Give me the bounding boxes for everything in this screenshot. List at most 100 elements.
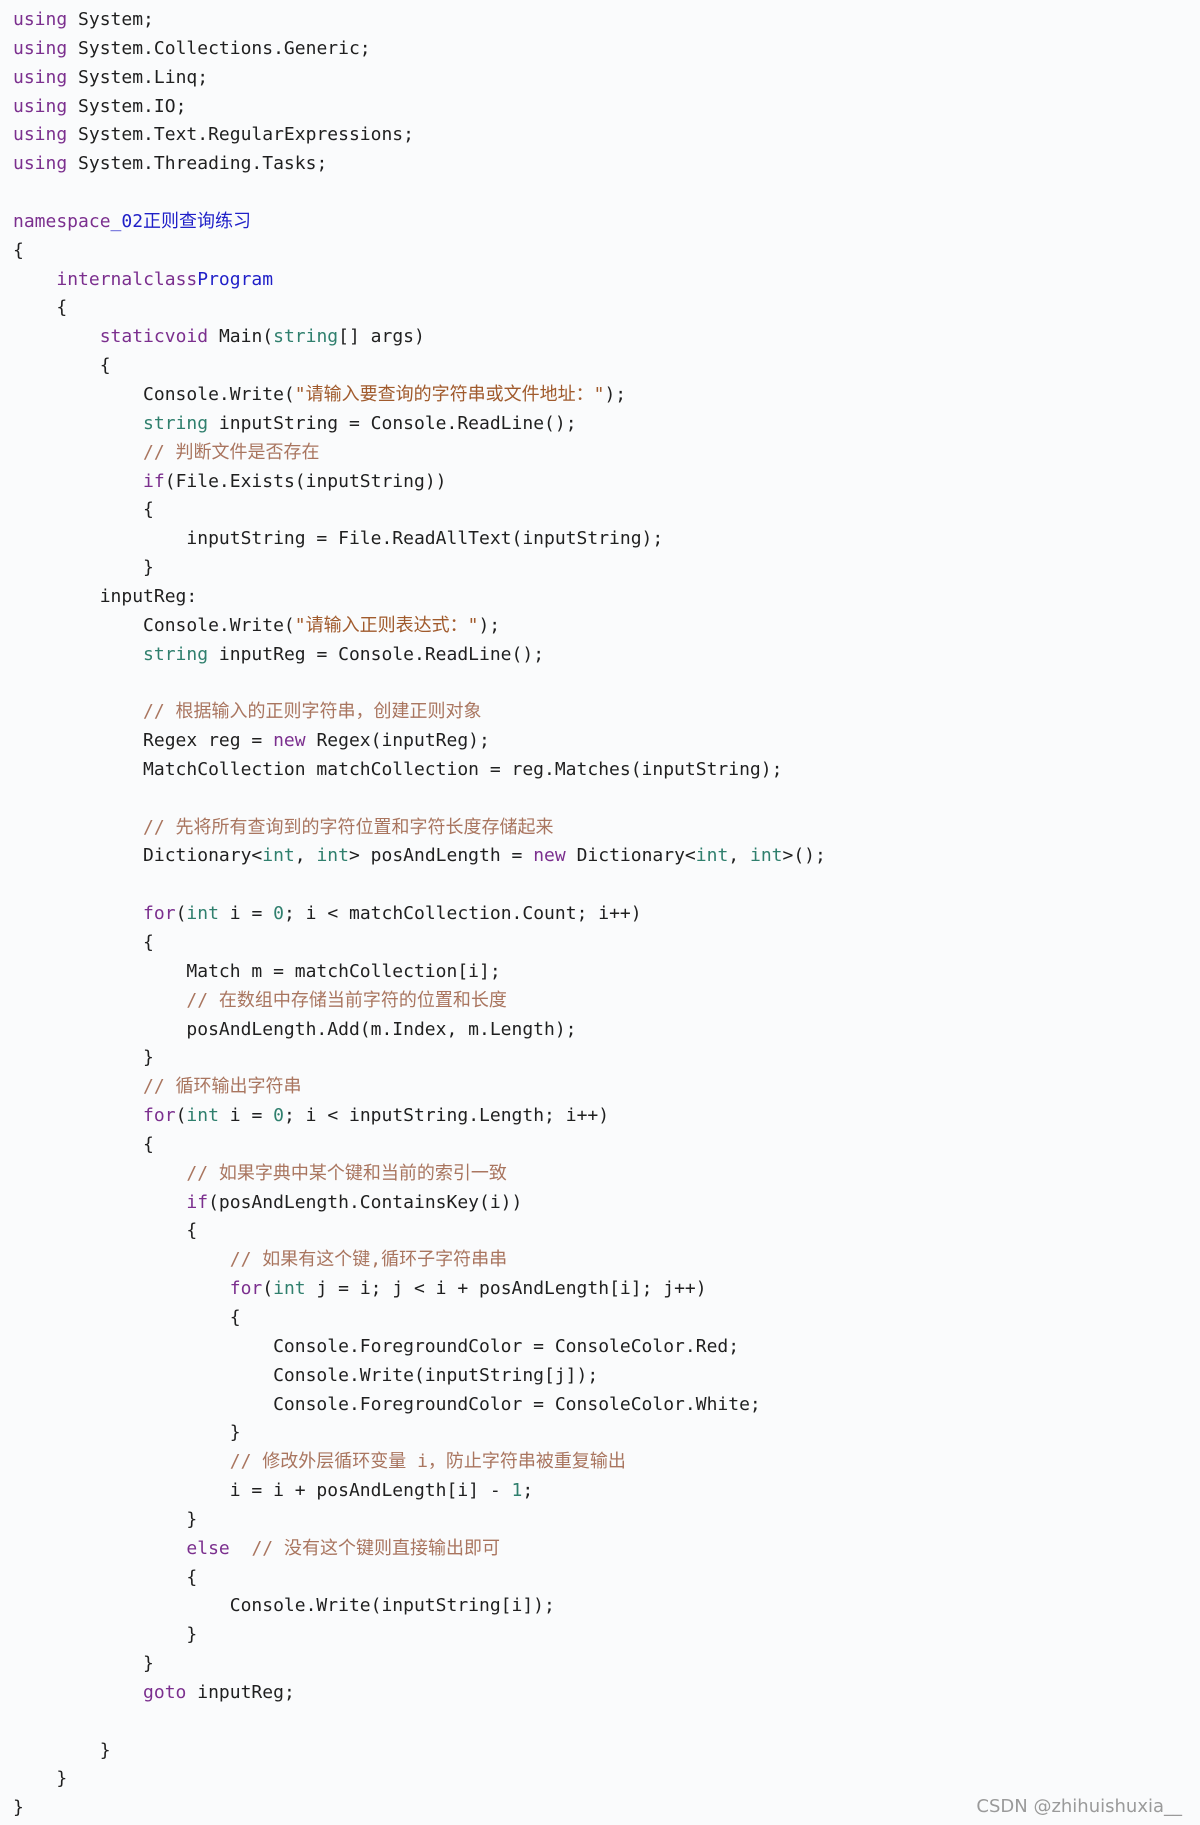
code-line: // 循环输出字符串 — [13, 1073, 1200, 1102]
code-token: } — [13, 1653, 154, 1675]
code-line: // 在数组中存储当前字符的位置和长度 — [13, 987, 1200, 1016]
code-token: { — [13, 1566, 198, 1588]
code-token: Regex(inputReg); — [316, 730, 490, 752]
code-token: System.IO; — [78, 95, 187, 117]
code-line: goto inputReg; — [13, 1679, 1200, 1708]
code-token: internal — [56, 268, 144, 290]
code-line: { — [13, 237, 1200, 266]
code-token: inputReg; — [197, 1681, 295, 1703]
code-token: ( — [175, 1105, 187, 1127]
code-line: } — [13, 1419, 1200, 1448]
code-token: (posAndLength.ContainsKey(i)) — [208, 1191, 523, 1213]
code-token: void — [164, 326, 209, 348]
code-token: int — [186, 1105, 219, 1127]
code-token: j = i; j < i + posAndLength[i]; j++) — [316, 1278, 707, 1300]
code-token: 1 — [511, 1480, 523, 1502]
code-line: } — [13, 1621, 1200, 1650]
code-token: } — [13, 1508, 198, 1530]
code-token: inputReg: — [13, 585, 198, 607]
code-token: Console.Write(inputString[i]); — [13, 1595, 555, 1617]
code-token: System.Linq; — [78, 66, 209, 88]
code-token: [] args) — [338, 326, 425, 348]
code-line: MatchCollection matchCollection = reg.Ma… — [13, 756, 1200, 785]
code-token: int — [273, 1278, 306, 1300]
code-token: System.Threading.Tasks; — [78, 153, 328, 175]
code-token: Program — [197, 268, 274, 290]
code-line: namespace_02正则查询练习 — [13, 208, 1200, 237]
code-line: { — [13, 929, 1200, 958]
code-line: // 如果字典中某个键和当前的索引一致 — [13, 1160, 1200, 1189]
code-line: { — [13, 294, 1200, 323]
code-token: >(); — [782, 845, 826, 867]
code-token: { — [13, 932, 154, 953]
code-token: _02正则查询练习 — [110, 210, 252, 232]
code-line: using System.Threading.Tasks; — [13, 150, 1200, 179]
code-line: { — [13, 1564, 1200, 1593]
code-token: if — [186, 1191, 209, 1213]
code-token: { — [13, 499, 154, 521]
code-line: { — [13, 352, 1200, 381]
code-token: using — [13, 124, 68, 146]
code-token: inputString = File.ReadAllText(inputStri… — [13, 528, 664, 550]
code-line: Dictionary<int, int> posAndLength = new … — [13, 842, 1200, 871]
code-token: using — [13, 66, 68, 88]
code-token: ( — [175, 903, 187, 925]
code-line: using System.IO; — [13, 93, 1200, 122]
code-line: if(File.Exists(inputString)) — [13, 468, 1200, 497]
code-token: // 循环输出字符串 — [143, 1076, 302, 1098]
code-line: inputReg: — [13, 583, 1200, 612]
code-line: Console.ForegroundColor = ConsoleColor.W… — [13, 1391, 1200, 1420]
code-line: } — [13, 1044, 1200, 1073]
code-token: > posAndLength = — [348, 845, 534, 867]
code-line: // 修改外层循环变量 i，防止字符串被重复输出 — [13, 1448, 1200, 1477]
code-token: { — [13, 1306, 241, 1328]
code-token: Console.ForegroundColor = ConsoleColor.R… — [13, 1335, 740, 1357]
code-token: ; i < matchCollection.Count; i++) — [283, 903, 642, 925]
code-line: Console.ForegroundColor = ConsoleColor.R… — [13, 1333, 1200, 1362]
code-line: { — [13, 1131, 1200, 1160]
code-line: // 判断文件是否存在 — [13, 439, 1200, 468]
code-token: inputString = Console.ReadLine(); — [218, 412, 577, 434]
code-token: { — [13, 297, 68, 319]
code-token: } — [13, 557, 154, 579]
code-token: // 如果字典中某个键和当前的索引一致 — [186, 1162, 507, 1184]
code-token: { — [13, 239, 24, 261]
code-token: MatchCollection matchCollection = reg.Ma… — [13, 758, 783, 780]
code-token: Main( — [218, 326, 274, 348]
code-line: Console.Write("请输入要查询的字符串或文件地址："); — [13, 381, 1200, 410]
code-line: else // 没有这个键则直接输出即可 — [13, 1535, 1200, 1564]
code-token: goto — [143, 1681, 187, 1703]
code-token: // 没有这个键则直接输出即可 — [251, 1537, 500, 1559]
code-token: static — [99, 326, 165, 348]
code-token: ( — [262, 1278, 274, 1300]
code-token: for — [229, 1278, 263, 1300]
code-token: (File.Exists(inputString)) — [164, 470, 447, 492]
code-line: Console.Write("请输入正则表达式："); — [13, 612, 1200, 641]
code-line: for(int i = 0; i < matchCollection.Count… — [13, 900, 1200, 929]
code-token: ; — [522, 1480, 534, 1502]
code-token: posAndLength.Add(m.Index, m.Length); — [13, 1018, 577, 1040]
code-token: string — [143, 643, 209, 665]
code-token: string — [273, 326, 339, 348]
code-line: for(int j = i; j < i + posAndLength[i]; … — [13, 1275, 1200, 1304]
code-token: System.Collections.Generic; — [78, 37, 371, 59]
code-line: Regex reg = new Regex(inputReg); — [13, 727, 1200, 756]
code-line: } — [13, 1506, 1200, 1535]
code-token: Dictionary< — [576, 845, 696, 867]
code-line: // 根据输入的正则字符串，创建正则对象 — [13, 698, 1200, 727]
